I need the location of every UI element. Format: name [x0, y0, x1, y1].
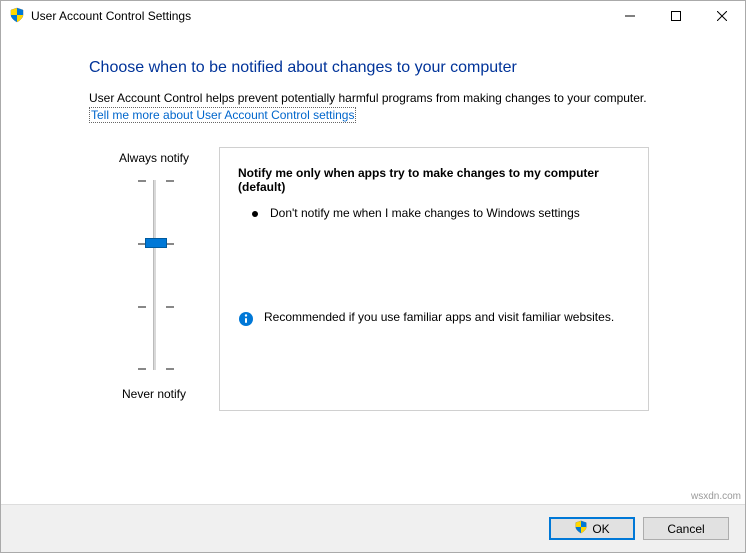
- slider-column: Always notify Never notify: [89, 147, 219, 411]
- cancel-button[interactable]: Cancel: [643, 517, 729, 540]
- window-controls: [607, 1, 745, 31]
- slider-track: [153, 180, 156, 370]
- page-heading: Choose when to be notified about changes…: [89, 59, 699, 77]
- info-panel: Notify me only when apps try to make cha…: [219, 147, 649, 411]
- recommendation-text: Recommended if you use familiar apps and…: [264, 310, 614, 324]
- slider-tick: [138, 368, 174, 370]
- ok-button[interactable]: OK: [549, 517, 635, 540]
- maximize-button[interactable]: [653, 1, 699, 31]
- titlebar: User Account Control Settings: [1, 1, 745, 31]
- watermark: wsxdn.com: [691, 491, 741, 502]
- main-area: Always notify Never notify Notify me onl…: [89, 147, 699, 411]
- button-bar: OK Cancel: [1, 504, 745, 552]
- slider-label-always: Always notify: [119, 151, 189, 165]
- page-description: User Account Control helps prevent poten…: [89, 91, 699, 105]
- minimize-button[interactable]: [607, 1, 653, 31]
- content-area: Choose when to be notified about changes…: [1, 31, 745, 411]
- window-title: User Account Control Settings: [31, 9, 607, 23]
- slider-label-never: Never notify: [122, 387, 186, 401]
- recommendation-row: Recommended if you use familiar apps and…: [238, 310, 630, 330]
- info-icon: [238, 311, 254, 330]
- notification-level-title: Notify me only when apps try to make cha…: [238, 166, 630, 194]
- ok-button-label: OK: [592, 522, 609, 536]
- cancel-button-label: Cancel: [667, 522, 704, 536]
- slider-thumb[interactable]: [145, 238, 167, 248]
- slider-tick: [138, 180, 174, 182]
- bullet-icon: [252, 211, 258, 217]
- notification-slider[interactable]: [134, 175, 174, 375]
- bullet-item: Don't notify me when I make changes to W…: [252, 206, 630, 220]
- shield-icon: [574, 520, 588, 537]
- shield-icon: [9, 7, 25, 26]
- slider-tick: [138, 306, 174, 308]
- close-button[interactable]: [699, 1, 745, 31]
- learn-more-link[interactable]: Tell me more about User Account Control …: [89, 107, 356, 123]
- bullet-text: Don't notify me when I make changes to W…: [270, 206, 580, 220]
